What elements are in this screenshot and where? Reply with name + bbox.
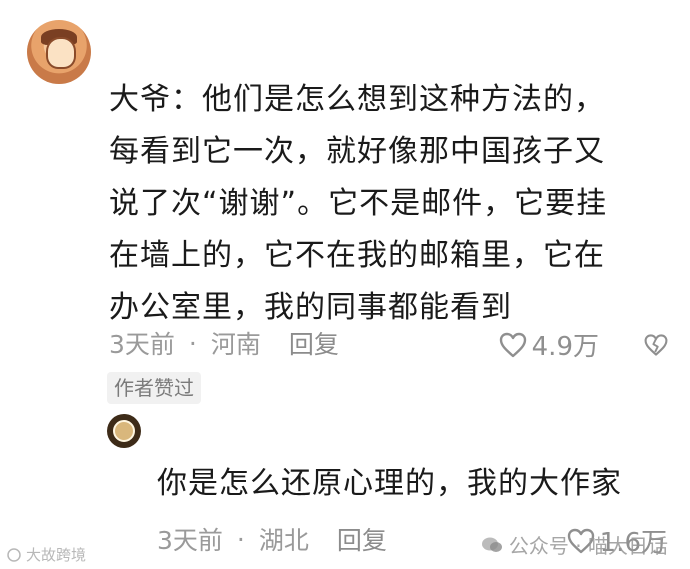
- reply-body: 你是怎么还原心理的，我的大作家: [157, 466, 622, 501]
- broken-heart-icon[interactable]: [643, 332, 669, 358]
- reply-avatar[interactable]: [107, 414, 141, 448]
- watermark-left-text: 大故跨境: [26, 546, 87, 564]
- comment-line: 大爷：他们是怎么想到这种方法的，: [109, 82, 605, 117]
- comment-body: 大爷：他们是怎么想到这种方法的， 每看到它一次，就好像那中国孩子又 说了次“谢谢…: [109, 74, 679, 334]
- comment-meta: 3天前 · 河南 回复 4.9万: [109, 325, 669, 363]
- like-count: 4.9万: [531, 332, 599, 362]
- comment-line: 在墙上的，它不在我的邮箱里，它在: [109, 238, 605, 273]
- comment-line: 说了次“谢谢”。它不是邮件，它要挂: [109, 186, 608, 221]
- reply-time: 3天前: [157, 526, 223, 555]
- like-group: 4.9万: [498, 326, 669, 363]
- reply-location: 湖北: [258, 526, 309, 555]
- watermark-logo-icon: [7, 547, 21, 562]
- wechat-icon: [481, 537, 502, 552]
- comment-time: 3天前: [109, 330, 175, 359]
- avatar[interactable]: [27, 20, 91, 84]
- watermark-right: 公众号 · 喵大日话: [481, 530, 668, 559]
- meta-separator: ·: [236, 524, 245, 554]
- reply-avatar-ring: [113, 420, 135, 442]
- comment-line: 每看到它一次，就好像那中国孩子又: [109, 134, 605, 169]
- avatar-face: [46, 37, 76, 69]
- watermark-left: 大故跨境: [6, 544, 86, 565]
- author-liked-badge: 作者赞过: [107, 372, 201, 404]
- reply-button[interactable]: 回复: [289, 325, 339, 361]
- reply-reply-button[interactable]: 回复: [337, 521, 387, 557]
- comment-location: 河南: [210, 330, 261, 359]
- meta-separator: ·: [188, 328, 197, 358]
- heart-outline-icon[interactable]: [498, 331, 528, 359]
- watermark-right-text: 公众号 · 喵大日话: [508, 534, 668, 558]
- comment-thread: 大爷：他们是怎么想到这种方法的， 每看到它一次，就好像那中国孩子又 说了次“谢谢…: [0, 0, 690, 569]
